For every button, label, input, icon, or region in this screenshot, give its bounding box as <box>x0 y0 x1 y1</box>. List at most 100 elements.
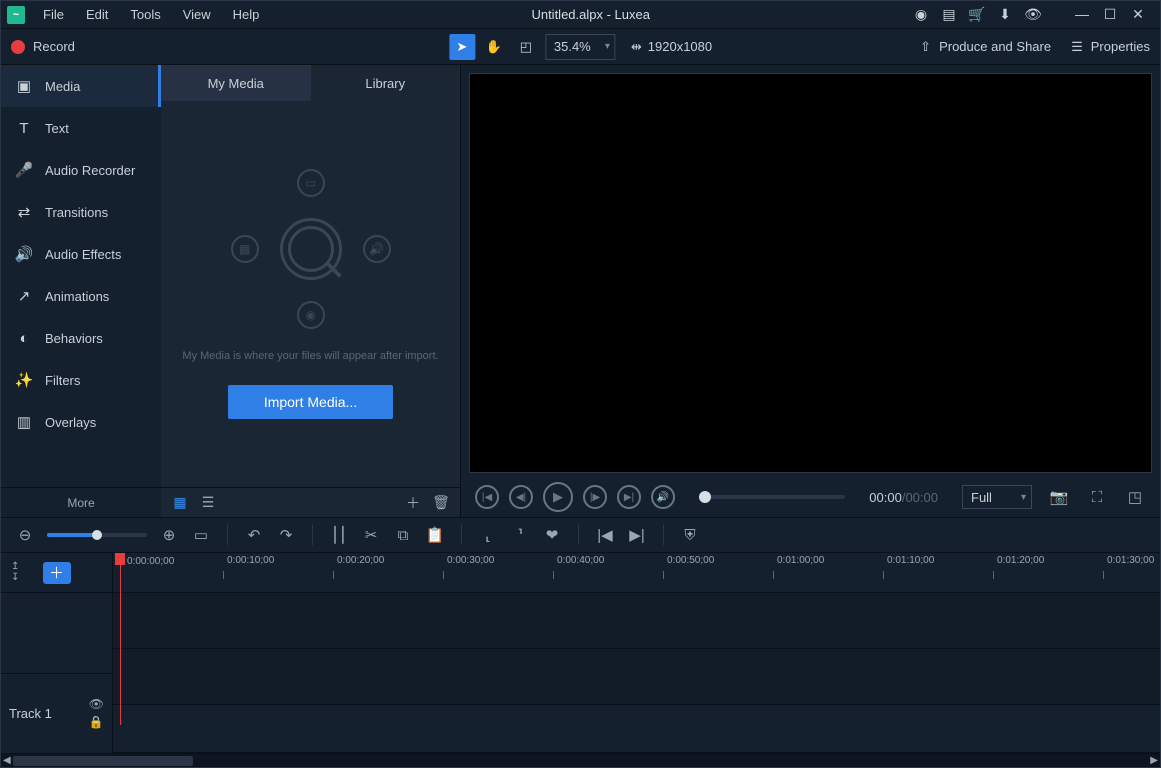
transitions-icon: ⇄ <box>15 203 33 221</box>
sidebar-item-overlays[interactable]: ▥Overlays <box>1 401 161 443</box>
track-lane-1[interactable] <box>113 705 1160 753</box>
forward-end-button[interactable]: ▶| <box>617 485 641 509</box>
track-header-1[interactable]: Track 1 👁 🔒 <box>1 673 112 754</box>
ruler-label: 0:01:10;00 <box>887 555 934 566</box>
menu-edit[interactable]: Edit <box>76 3 118 26</box>
track-arrows[interactable]: ↥↧ <box>11 562 19 583</box>
grid-view-icon[interactable]: ▦ <box>171 494 189 511</box>
redo-icon[interactable]: ↷ <box>276 526 296 544</box>
media-icon: ▣ <box>15 77 33 95</box>
scrollbar-thumb[interactable] <box>13 756 193 766</box>
track-visibility-icon[interactable]: 👁 <box>89 697 104 711</box>
copy-icon[interactable]: ⧉ <box>393 527 413 544</box>
prev-frame-button[interactable]: ◀| <box>509 485 533 509</box>
horizontal-scrollbar[interactable]: ◀ ▶ <box>1 753 1160 767</box>
track-lane-empty[interactable] <box>113 593 1160 649</box>
sidebar-item-audio-recorder[interactable]: 🎤Audio Recorder <box>1 149 161 191</box>
cloud-icon[interactable]: 👁 <box>1024 6 1042 24</box>
audio-icon: 🔊 <box>363 235 391 263</box>
scroll-left-icon[interactable]: ◀ <box>3 755 11 766</box>
share-icon: ⇧ <box>920 39 931 55</box>
menu-help[interactable]: Help <box>223 3 270 26</box>
sidebar-item-behaviors[interactable]: ◐Behaviors <box>1 317 161 359</box>
menu-view[interactable]: View <box>173 3 221 26</box>
produce-share-button[interactable]: ⇧ Produce and Share <box>920 39 1051 55</box>
sidebar-item-transitions[interactable]: ⇄Transitions <box>1 191 161 233</box>
playhead[interactable] <box>115 553 125 565</box>
close-button[interactable]: ✕ <box>1126 6 1150 23</box>
split-icon[interactable]: ⎮⎮ <box>329 526 349 544</box>
add-track-button[interactable]: ＋ <box>43 562 71 584</box>
speaker-icon: 🔊 <box>15 245 33 263</box>
delete-media-icon[interactable]: 🗑 <box>432 494 450 511</box>
cart-icon[interactable]: 🛒 <box>968 6 986 24</box>
list-view-icon[interactable]: ☰ <box>199 494 217 511</box>
film-icon: ▭ <box>297 169 325 197</box>
scrub-handle[interactable] <box>699 491 711 503</box>
sidebar-more[interactable]: More <box>1 487 161 517</box>
download-icon[interactable]: ⬇ <box>996 6 1014 24</box>
snapshot-icon[interactable]: 📷 <box>1048 488 1070 506</box>
pointer-tool[interactable]: ➤ <box>449 34 475 60</box>
fullscreen-icon[interactable]: ⛶ <box>1086 489 1108 506</box>
preview-viewport[interactable] <box>469 73 1152 473</box>
timeline-zoom-slider[interactable] <box>47 533 147 537</box>
volume-button[interactable]: 🔊 <box>651 485 675 509</box>
fit-timeline-icon[interactable]: ▭ <box>191 526 211 544</box>
next-marker-icon[interactable]: ▶| <box>627 526 647 544</box>
import-media-button[interactable]: Import Media... <box>228 385 393 419</box>
app-logo: ~ <box>7 6 25 24</box>
crop-tool[interactable]: ◰ <box>513 34 539 60</box>
media-placeholder-graphic: ▭ ▦ 🔊 ◉ <box>231 169 391 329</box>
record-small-icon: ◉ <box>297 301 325 329</box>
aspect-icon[interactable]: ⇹ <box>631 39 642 55</box>
record-button[interactable]: Record <box>11 39 75 54</box>
mic-icon: 🎤 <box>15 161 33 179</box>
maximize-button[interactable]: ☐ <box>1098 6 1122 23</box>
track-lane-empty-2[interactable] <box>113 649 1160 705</box>
tab-library[interactable]: Library <box>311 65 461 101</box>
minimize-button[interactable]: — <box>1070 6 1094 23</box>
mark-out-icon[interactable]: ⸣ <box>510 526 530 544</box>
detach-icon[interactable]: ◳ <box>1124 488 1146 506</box>
list-icon: ☰ <box>1071 39 1083 55</box>
scroll-right-icon[interactable]: ▶ <box>1150 755 1158 766</box>
timeline: ↥↧ ＋ Track 1 👁 🔒 0:00:00;00 0:00:10;000:… <box>1 553 1160 753</box>
zoom-dropdown[interactable]: 35.4% <box>545 34 615 60</box>
media-panel: My Media Library ▭ ▦ 🔊 ◉ My Media is whe… <box>161 65 461 517</box>
shield-icon[interactable]: ⛨ <box>680 527 700 544</box>
sidebar-item-animations[interactable]: ↗Animations <box>1 275 161 317</box>
play-button[interactable]: ▶ <box>543 482 573 512</box>
quality-dropdown[interactable]: Full <box>962 485 1032 509</box>
add-media-icon[interactable]: ＋ <box>404 493 422 513</box>
menu-file[interactable]: File <box>33 3 74 26</box>
ruler-label: 0:00:20;00 <box>337 555 384 566</box>
sidebar-item-text[interactable]: TText <box>1 107 161 149</box>
sidebar-item-filters[interactable]: ✨Filters <box>1 359 161 401</box>
save-icon[interactable]: ▤ <box>940 6 958 24</box>
track-lock-icon[interactable]: 🔒 <box>89 715 104 729</box>
zoom-in-icon[interactable]: ⊕ <box>159 526 179 544</box>
properties-button[interactable]: ☰ Properties <box>1071 39 1150 55</box>
scrub-bar[interactable] <box>699 495 845 499</box>
sidebar-item-media[interactable]: ▣Media <box>1 65 161 107</box>
menu-tools[interactable]: Tools <box>120 3 170 26</box>
zoom-out-icon[interactable]: ⊖ <box>15 526 35 544</box>
prev-marker-icon[interactable]: |◀ <box>595 526 615 544</box>
filters-icon: ✨ <box>15 371 33 389</box>
tab-my-media[interactable]: My Media <box>161 65 311 101</box>
hand-tool[interactable]: ✋ <box>481 34 507 60</box>
account-icon[interactable]: ◉ <box>912 6 930 24</box>
undo-icon[interactable]: ↶ <box>244 526 264 544</box>
marker-icon[interactable]: ❤ <box>542 526 562 544</box>
behaviors-icon: ◐ <box>15 329 33 347</box>
next-frame-button[interactable]: |▶ <box>583 485 607 509</box>
cut-icon[interactable]: ✂ <box>361 526 381 544</box>
mark-in-icon[interactable]: ⸤ <box>478 526 498 544</box>
sidebar-item-audio-effects[interactable]: 🔊Audio Effects <box>1 233 161 275</box>
paste-icon[interactable]: 📋 <box>425 526 445 544</box>
timeline-ruler[interactable]: 0:00:00;00 0:00:10;000:00:20;000:00:30;0… <box>113 553 1160 593</box>
rewind-start-button[interactable]: |◀ <box>475 485 499 509</box>
record-label: Record <box>33 39 75 54</box>
titlebar: ~ File Edit Tools View Help Untitled.alp… <box>1 1 1160 29</box>
